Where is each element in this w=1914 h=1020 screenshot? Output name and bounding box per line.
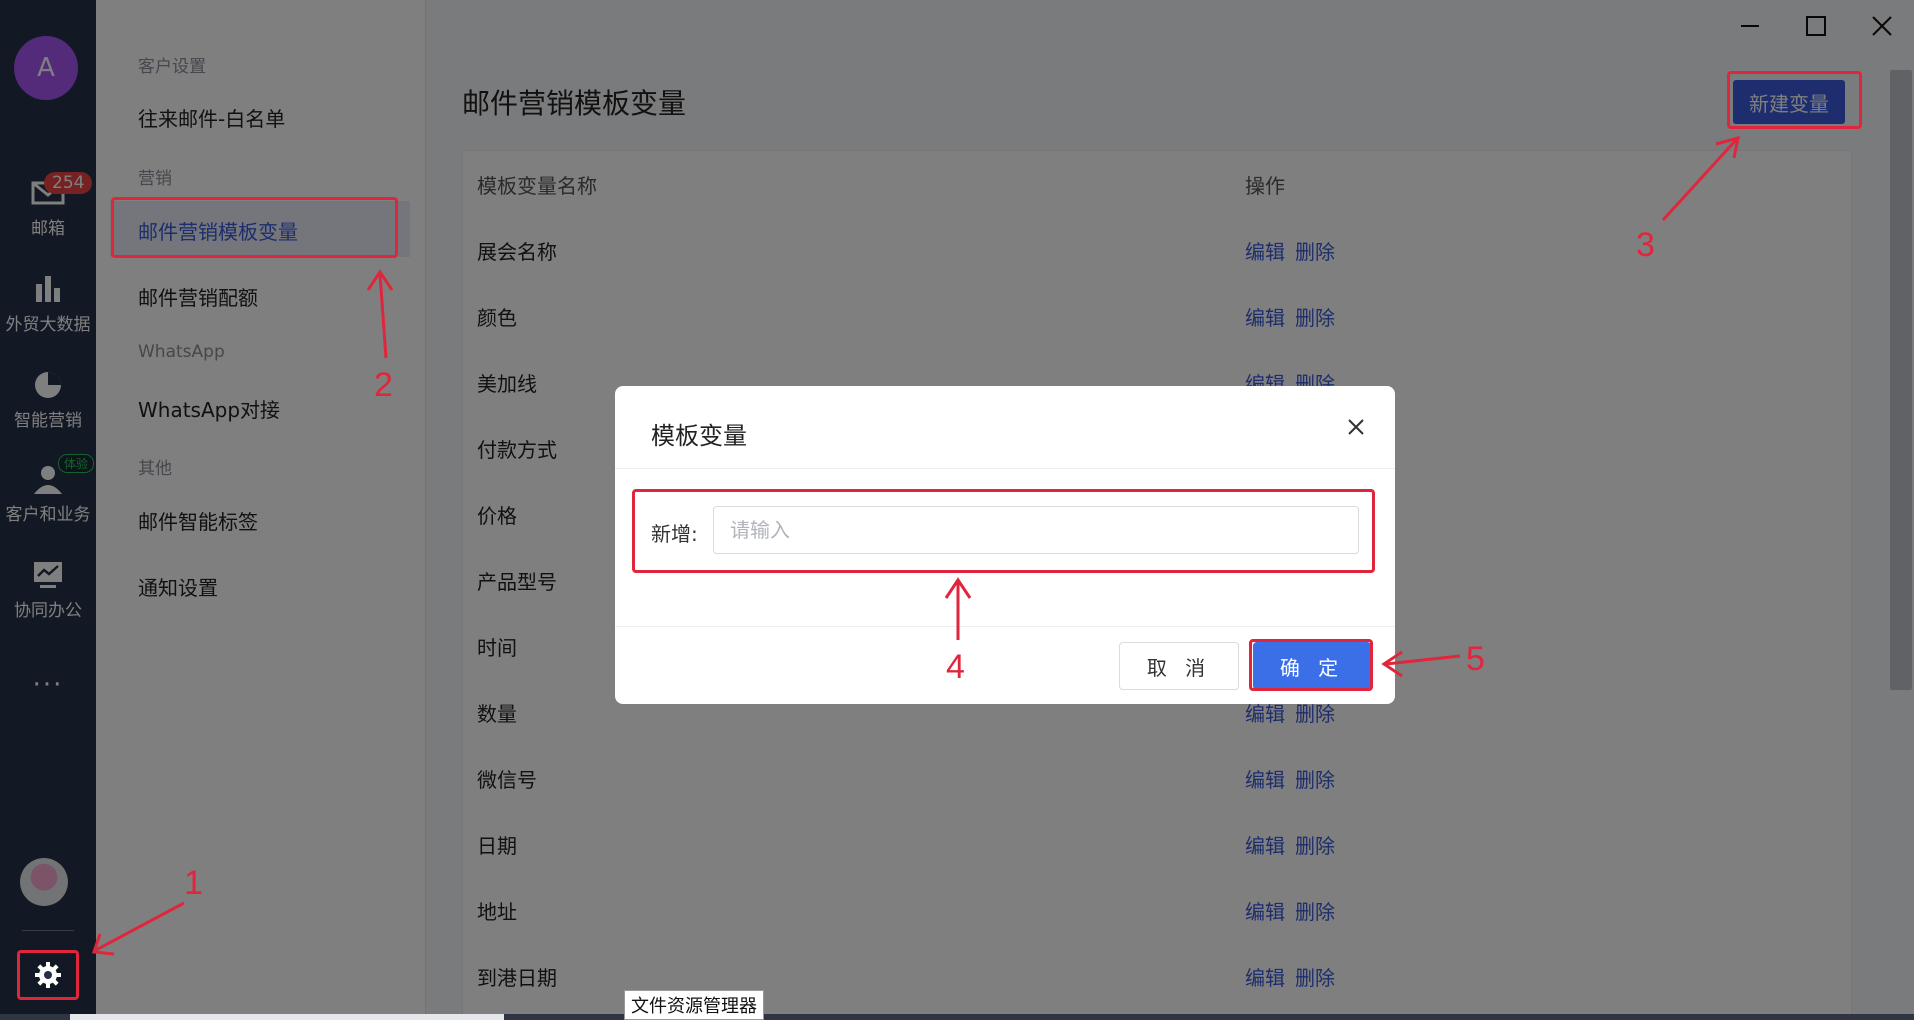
taskbar-tooltip: 文件资源管理器 xyxy=(624,990,764,1020)
annotation-number-1: 1 xyxy=(184,864,203,902)
annotation-number-5: 5 xyxy=(1466,640,1485,678)
annotation-number-3: 3 xyxy=(1636,226,1655,264)
taskbar-active-item[interactable] xyxy=(70,1014,504,1020)
annotation-number-4: 4 xyxy=(946,648,965,686)
annotation-arrows xyxy=(91,135,1740,956)
annotation-number-2: 2 xyxy=(374,366,393,404)
